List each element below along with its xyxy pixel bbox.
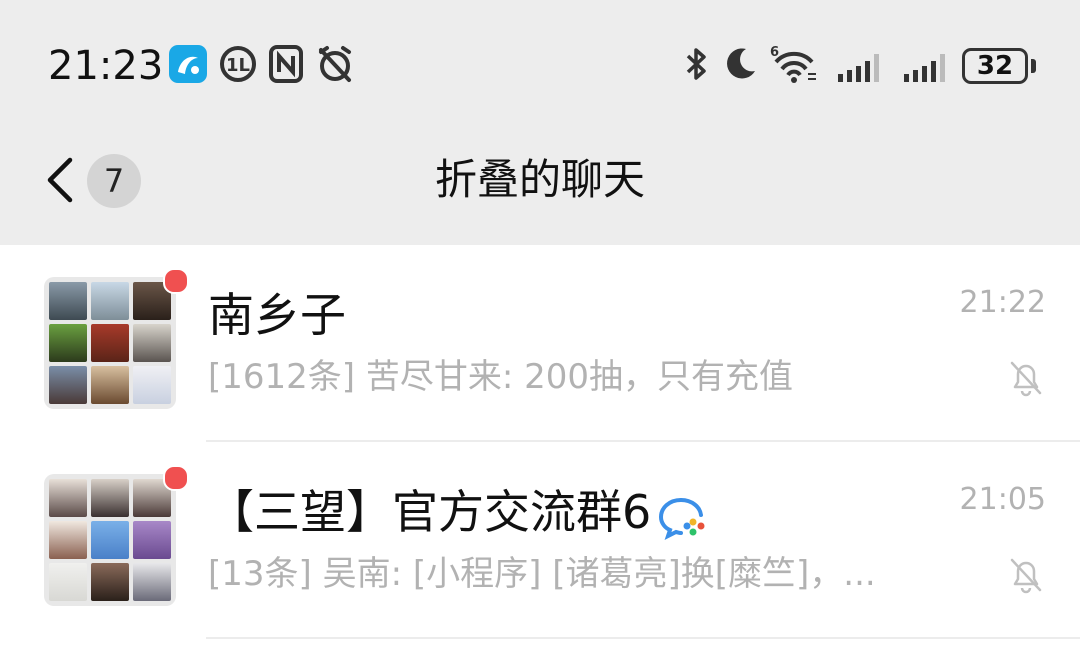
signal-icon — [902, 44, 948, 84]
wecom-group-icon — [659, 497, 705, 540]
page-title: 折叠的聊天 — [434, 155, 645, 204]
chat-time: 21:05 — [959, 482, 1046, 517]
muted-bell-icon — [1010, 558, 1042, 594]
battery-indicator: 32 — [962, 48, 1028, 84]
unread-dot — [163, 268, 189, 294]
signal-icon — [836, 44, 882, 84]
muted-bell-icon — [1010, 361, 1042, 397]
chat-name: 南乡子 — [208, 288, 346, 342]
chat-row[interactable]: 【三望】官方交流群6 [13条] 吴南: [小程序] [诸葛亮]换[糜竺]，..… — [0, 442, 1080, 638]
wifi-6-icon: 6 — [768, 44, 820, 84]
chat-name-text: 【三望】官方交流群6 — [208, 485, 652, 539]
nfc-icon — [266, 44, 306, 84]
bluetooth-icon — [676, 44, 716, 84]
alarm-off-icon — [315, 44, 355, 84]
chat-time: 21:22 — [959, 285, 1046, 320]
chat-row[interactable]: 南乡子 [1612条] 苦尽甘来: 200抽，只有充值 21:22 — [0, 245, 1080, 441]
chat-name: 【三望】官方交流群6 — [208, 482, 709, 542]
unread-dot — [163, 465, 189, 491]
battery-tip — [1031, 59, 1036, 73]
svg-text:1L: 1L — [226, 55, 250, 76]
chat-preview: [13条] 吴南: [小程序] [诸葛亮]换[糜竺]，... — [208, 554, 876, 594]
chat-preview: [1612条] 苦尽甘来: 200抽，只有充值 — [208, 357, 794, 397]
group-avatar — [44, 277, 176, 409]
hd-call-icon: 1L — [218, 44, 258, 84]
status-time: 21:23 — [48, 43, 164, 89]
app-notification-icon — [168, 44, 208, 84]
group-avatar — [44, 474, 176, 606]
row-divider — [206, 637, 1080, 639]
do-not-disturb-moon-icon — [720, 44, 760, 84]
